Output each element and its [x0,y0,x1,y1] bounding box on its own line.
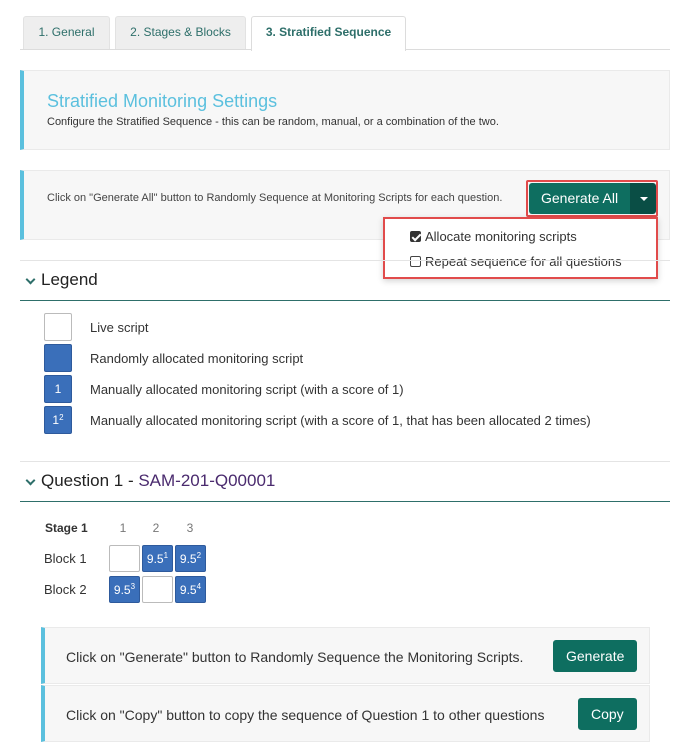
legend-label: Live script [90,319,149,335]
copy-instructions: Click on "Copy" button to copy the seque… [66,707,545,723]
checkbox-checked-icon[interactable] [410,231,421,242]
cell-score: 9.5 [179,582,197,597]
manual-repeat-script-swatch: 12 [44,406,72,434]
sequence-cell[interactable]: 9.5 3 [109,576,140,603]
caret-down-icon [640,197,649,201]
tab-general[interactable]: 1. General [23,16,110,49]
cell-count: 3 [130,582,136,591]
cell-count: 1 [163,551,169,560]
column-header: 1 [119,521,127,535]
tab-stratified-sequence[interactable]: 3. Stratified Sequence [251,16,406,51]
swatch-score: 1 [54,382,62,396]
legend-item-random: Randomly allocated monitoring script [44,344,303,372]
stage-label: Stage 1 [45,521,88,535]
manual-script-swatch: 1 [44,375,72,403]
chevron-down-icon[interactable] [25,274,36,285]
question-title: Question 1 - SAM-201-Q00001 [41,471,275,491]
tab-stages-blocks[interactable]: 2. Stages & Blocks [115,16,246,49]
live-script-swatch [44,313,72,341]
generate-all-dropdown-toggle[interactable] [630,183,657,214]
generate-panel: Click on "Generate" button to Randomly S… [41,627,650,684]
option-label: Allocate monitoring scripts [425,229,577,244]
generate-all-split-button: Generate All [529,183,657,214]
legend-label: Manually allocated monitoring script (wi… [90,412,591,428]
sequence-cell[interactable] [109,545,140,572]
legend-item-manual-repeat: 12 Manually allocated monitoring script … [44,406,591,434]
sequence-cell[interactable]: 9.5 2 [175,545,206,572]
random-script-swatch [44,344,72,372]
block-label: Block 1 [44,551,87,566]
generate-all-button[interactable]: Generate All [529,183,631,214]
legend-item-manual: 1 Manually allocated monitoring script (… [44,375,404,403]
question-code: SAM-201-Q00001 [138,471,276,490]
sequence-cell[interactable]: 9.5 4 [175,576,206,603]
cell-count: 4 [196,582,202,591]
swatch-count: 2 [59,412,64,422]
settings-panel: Stratified Monitoring Settings Configure… [20,70,670,150]
legend-section-header[interactable]: Legend [20,260,670,301]
swatch-score: 1 [52,413,60,427]
cell-score: 9.5 [179,551,197,566]
cell-count: 2 [196,551,202,560]
copy-button[interactable]: Copy [578,698,637,730]
sequence-cell[interactable] [142,576,173,603]
question-section-header[interactable]: Question 1 - SAM-201-Q00001 [20,461,670,502]
generate-instructions: Click on "Generate" button to Randomly S… [66,649,524,665]
chevron-down-icon[interactable] [25,475,36,486]
column-header: 3 [186,521,194,535]
cell-score: 9.5 [146,551,164,566]
block-label: Block 2 [44,582,87,597]
legend-label: Manually allocated monitoring script (wi… [90,381,404,397]
tab-bar: 1. General 2. Stages & Blocks 3. Stratif… [20,16,670,51]
legend-label: Randomly allocated monitoring script [90,350,304,366]
settings-description: Configure the Stratified Sequence - this… [47,116,499,128]
legend-title: Legend [41,270,98,289]
settings-title: Stratified Monitoring Settings [47,91,278,111]
legend-item-live: Live script [44,313,149,341]
sequence-cell[interactable]: 9.5 1 [142,545,173,572]
copy-panel: Click on "Copy" button to copy the seque… [41,685,650,742]
generate-button[interactable]: Generate [553,640,638,672]
question-label: Question 1 - [41,471,139,490]
column-header: 2 [152,521,160,535]
allocate-monitoring-scripts-option[interactable]: Allocate monitoring scripts [410,229,577,244]
cell-score: 9.5 [113,582,131,597]
generate-all-instructions: Click on "Generate All" button to Random… [47,192,503,204]
